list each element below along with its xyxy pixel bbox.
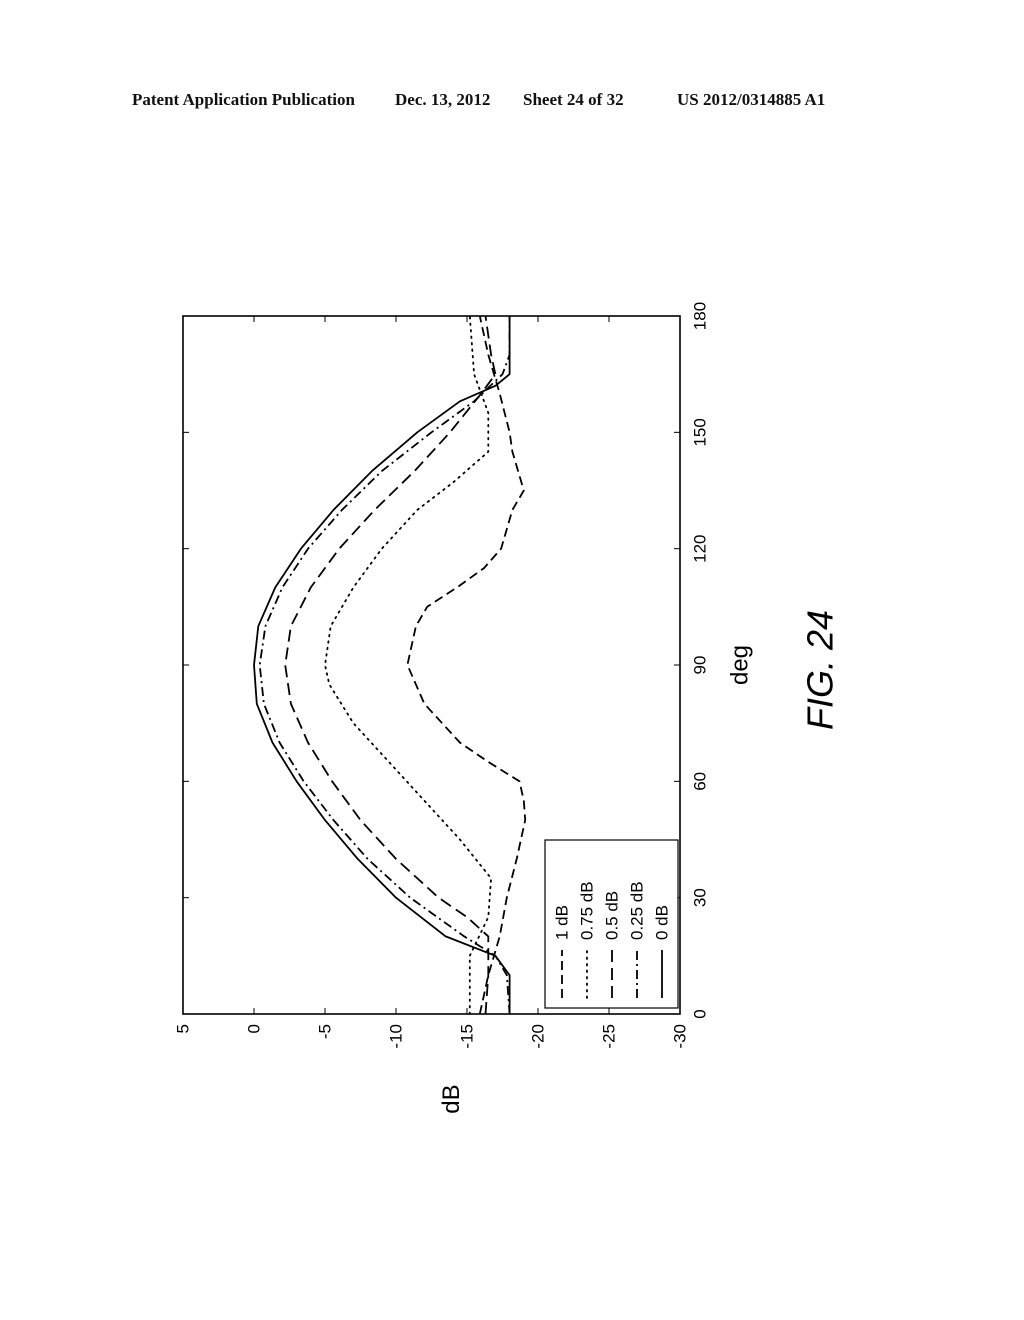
legend-label: 0 dB [653, 905, 672, 940]
figure-label: FIG. 24 [800, 610, 841, 730]
y-tick-label: 0 [245, 1024, 264, 1033]
series-line-0-25-db [258, 316, 511, 1015]
chart: 1 dB 0.75 dB 0.5 dB 0.25 dB 0 dB 0 30 60 90 120 1… [174, 302, 841, 1114]
y-tick-label: -30 [671, 1024, 690, 1049]
x-tick-label: 0 [691, 1009, 710, 1018]
y-tick-label: -20 [529, 1024, 548, 1049]
x-tick-label: 120 [691, 534, 710, 562]
legend-label: 1 dB [553, 905, 572, 940]
series-layer [253, 315, 527, 1015]
x-tick-label: 90 [691, 656, 710, 675]
y-axis-label: dB [438, 1084, 465, 1113]
y-tick-label: -25 [600, 1024, 619, 1049]
x-tick-label: 30 [691, 888, 710, 907]
x-tick-label: 60 [691, 772, 710, 791]
y-tick-label: -10 [387, 1024, 406, 1049]
series-line-1-db [406, 315, 527, 1015]
x-tick-label: 150 [691, 418, 710, 446]
y-tick-label: -15 [458, 1024, 477, 1049]
series-line-0-75-db [324, 315, 493, 1015]
x-axis-label: deg [727, 645, 754, 685]
x-tick-label: 180 [691, 302, 710, 330]
legend-label: 0.75 dB [578, 881, 597, 940]
plot-area: 1 dB 0.75 dB 0.5 dB 0.25 dB 0 dB [182, 315, 681, 1015]
legend: 1 dB 0.75 dB 0.5 dB 0.25 dB 0 dB [544, 839, 679, 1009]
series-line-0-db [253, 316, 511, 1014]
legend-label: 0.25 dB [628, 881, 647, 940]
y-tick-label: -5 [316, 1024, 335, 1039]
y-tick-label: 5 [174, 1024, 193, 1033]
legend-label: 0.5 dB [603, 891, 622, 940]
series-line-0-5-db [284, 315, 497, 1015]
